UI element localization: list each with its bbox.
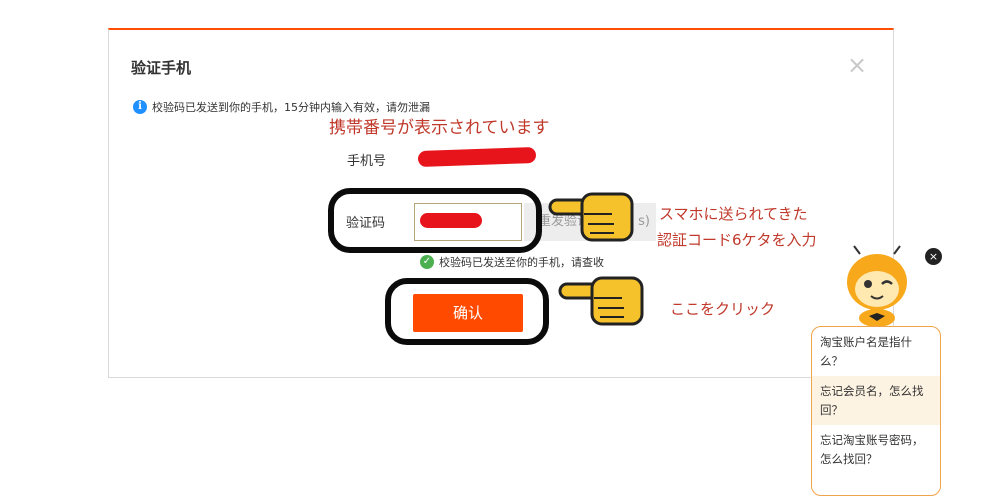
resend-suffix: s): [638, 214, 650, 229]
pointing-hand-icon: [558, 276, 644, 326]
faq-item[interactable]: 忘记淘宝账号密码，怎么找回？: [812, 425, 940, 474]
info-icon: i: [133, 100, 147, 114]
close-icon[interactable]: ×: [846, 53, 868, 77]
phone-label: 手机号: [347, 154, 387, 169]
annotation-code-note-2: 認証コード6ケタを入力: [657, 231, 817, 249]
faq-item[interactable]: 淘宝账户名是指什么？: [812, 327, 940, 376]
annotation-phone-note: 携帯番号が表示されています: [329, 118, 550, 138]
assistant-mascot-icon[interactable]: [838, 244, 918, 329]
assistant-faq-panel: 淘宝账户名是指什么？ 忘记会员名，怎么找回？ 忘记淘宝账号密码，怎么找回？: [811, 326, 941, 496]
annotation-click-note: ここをクリック: [670, 300, 776, 318]
highlight-oval-confirm: [385, 278, 549, 345]
success-message: ✓ 校验码已发送至你的手机，请查收: [420, 254, 604, 270]
success-text: 校验码已发送至你的手机，请查收: [439, 256, 604, 269]
faq-item[interactable]: 忘记会员名，怎么找回？: [812, 376, 940, 425]
pointing-hand-icon: [548, 192, 634, 242]
assistant-close-icon[interactable]: ×: [925, 248, 942, 265]
highlight-oval-code: [328, 188, 542, 253]
check-icon: ✓: [420, 255, 434, 269]
annotation-code-note-1: スマホに送られてきた: [659, 205, 808, 223]
dialog-title: 验证手机: [131, 59, 192, 77]
